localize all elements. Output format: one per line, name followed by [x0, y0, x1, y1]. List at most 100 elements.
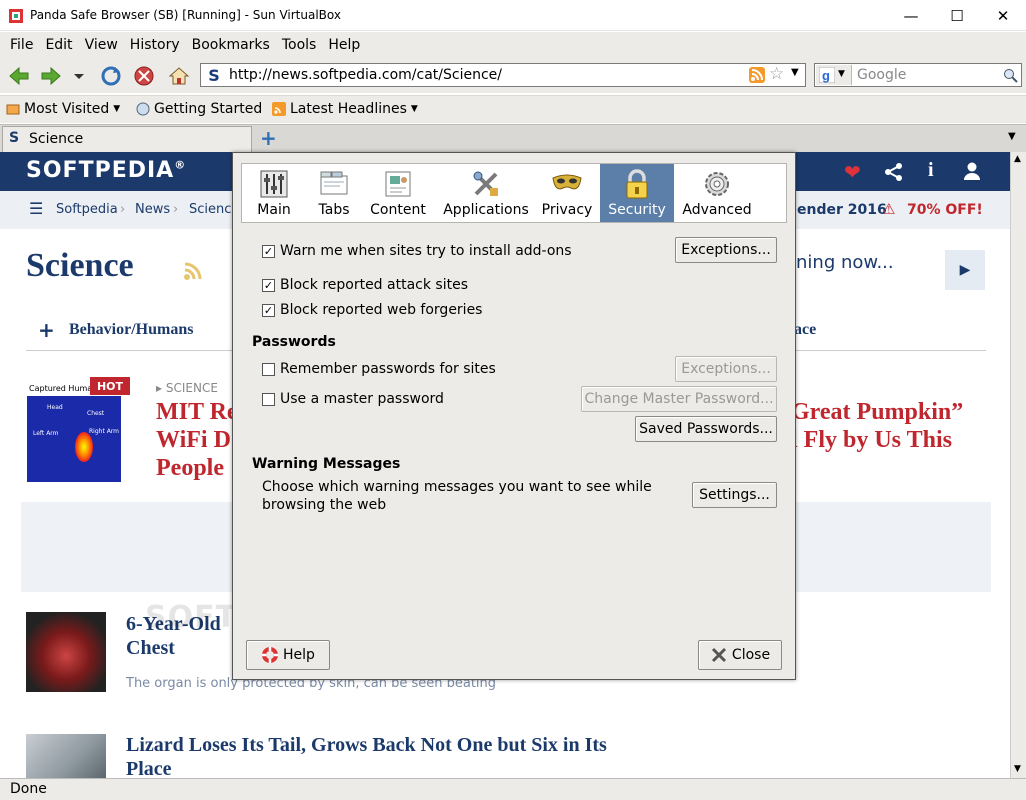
pane-security[interactable]: Security	[600, 164, 674, 222]
pane-privacy[interactable]: Privacy	[538, 164, 596, 222]
article-thumbnail-1[interactable]: Captured Human Head Chest Left Arm Right…	[27, 382, 121, 482]
menu-file[interactable]: File	[4, 37, 39, 53]
magnifier-icon[interactable]	[1003, 68, 1018, 83]
padlock-icon	[626, 169, 648, 199]
tab-science[interactable]: S Science	[2, 126, 252, 153]
close-x-icon	[711, 647, 726, 663]
options-pane-toolbar: Main Tabs Content Applications Privacy S…	[241, 163, 787, 223]
master-password-checkbox[interactable]: Use a master password	[262, 391, 444, 407]
article-title-1[interactable]: MIT Re WiFi D People	[156, 398, 238, 482]
lifebuoy-icon	[262, 647, 279, 663]
help-button[interactable]: Help	[246, 640, 330, 670]
window-titlebar: Panda Safe Browser (SB) [Running] - Sun …	[0, 0, 1026, 31]
search-engine-selector[interactable]: g ▼	[816, 65, 852, 85]
maximize-button[interactable]: ☐	[934, 0, 980, 31]
bookmark-star-icon[interactable]: ☆	[769, 64, 784, 84]
breadcrumb-softpedia[interactable]: Softpedia	[56, 202, 118, 217]
bookmark-latest-headlines[interactable]: Latest Headlines ▼	[272, 101, 418, 117]
pane-main[interactable]: Main	[248, 164, 300, 222]
block-forgery-checkbox[interactable]: ✓ Block reported web forgeries	[262, 302, 482, 318]
site-favicon-icon: S	[203, 65, 225, 85]
teaser-text[interactable]: ning now...	[796, 252, 894, 273]
page-scrollbar[interactable]: ▲ ▼	[1010, 152, 1026, 780]
promo-text[interactable]: ender 2016	[797, 202, 887, 218]
warning-icon: ⚠	[882, 200, 896, 218]
reload-icon[interactable]	[100, 65, 122, 87]
pane-content[interactable]: Content	[366, 164, 430, 222]
remember-passwords-checkbox[interactable]: Remember passwords for sites	[262, 361, 496, 377]
content-icon	[385, 171, 411, 197]
menu-history[interactable]: History	[124, 37, 186, 53]
article-title-4[interactable]: Lizard Loses Its Tail, Grows Back Not On…	[126, 733, 686, 780]
category-behavior-humans[interactable]: Behavior/Humans	[69, 321, 193, 339]
password-exceptions-button[interactable]: Exceptions...	[675, 356, 777, 382]
scroll-down-icon[interactable]: ▼	[1014, 764, 1021, 774]
info-icon[interactable]: i	[928, 159, 934, 182]
applications-icon	[473, 171, 498, 196]
hot-badge: HOT	[90, 377, 130, 395]
bookmarks-toolbar: Most Visited ▼ Getting Started Latest Hea…	[0, 95, 1026, 123]
next-arrow-button[interactable]: ▶	[945, 250, 985, 290]
mask-icon	[552, 174, 582, 190]
saved-passwords-button[interactable]: Saved Passwords...	[635, 416, 777, 442]
user-icon[interactable]	[962, 161, 982, 181]
stop-icon[interactable]	[133, 65, 155, 87]
scroll-up-icon[interactable]: ▲	[1014, 154, 1021, 164]
softpedia-logo[interactable]: SOFTPEDIA®	[26, 158, 186, 183]
close-window-button[interactable]: ✕	[980, 0, 1026, 31]
warning-messages-text: Choose which warning messages you want t…	[262, 479, 652, 513]
forward-icon[interactable]	[40, 65, 62, 87]
category-space[interactable]: ace	[794, 321, 816, 339]
svg-text:g: g	[822, 68, 830, 83]
menu-tools[interactable]: Tools	[276, 37, 323, 53]
tab-list-icon[interactable]: ▼	[1008, 131, 1016, 142]
article-thumbnail-heart[interactable]	[26, 612, 106, 692]
window-title: Panda Safe Browser (SB) [Running] - Sun …	[30, 8, 341, 22]
menu-bar: File Edit View History Bookmarks Tools H…	[0, 32, 1026, 57]
gear-icon	[705, 172, 729, 196]
url-bar[interactable]: S http://news.softpedia.com/cat/Science/…	[200, 63, 806, 87]
history-dropdown-icon[interactable]	[72, 65, 86, 87]
folder-icon	[6, 104, 20, 115]
new-tab-button[interactable]: +	[260, 126, 277, 150]
pane-tabs[interactable]: Tabs	[310, 164, 358, 222]
tabs-icon	[320, 171, 348, 195]
menu-edit[interactable]: Edit	[39, 37, 78, 53]
warning-settings-button[interactable]: Settings...	[692, 482, 777, 508]
bookmark-getting-started[interactable]: Getting Started	[136, 101, 262, 117]
menu-help[interactable]: Help	[322, 37, 366, 53]
warning-messages-header: Warning Messages	[252, 456, 401, 472]
rss-icon[interactable]	[749, 67, 765, 83]
url-dropdown-icon[interactable]: ▼	[791, 67, 799, 78]
category-tag: ▸ SCIENCE	[156, 381, 218, 395]
search-input[interactable]: Google	[857, 67, 906, 83]
google-icon: g	[819, 67, 835, 83]
bookmark-most-visited[interactable]: Most Visited ▼	[6, 101, 120, 117]
menu-bookmarks[interactable]: Bookmarks	[186, 37, 276, 53]
block-attack-checkbox[interactable]: ✓ Block reported attack sites	[262, 277, 468, 293]
article-thumbnail-lizard[interactable]	[26, 734, 106, 780]
home-icon[interactable]	[168, 65, 190, 87]
minimize-button[interactable]: —	[888, 0, 934, 31]
promo-discount[interactable]: 70% OFF!	[907, 202, 983, 218]
article-title-2[interactable]: Great Pumpkin” l Fly by Us This	[791, 398, 963, 454]
heart-icon[interactable]: ❤	[844, 160, 861, 184]
change-master-password-button[interactable]: Change Master Password...	[581, 386, 777, 412]
addons-exceptions-button[interactable]: Exceptions...	[675, 237, 777, 263]
pane-applications[interactable]: Applications	[440, 164, 532, 222]
pane-advanced[interactable]: Advanced	[678, 164, 756, 222]
share-icon[interactable]	[884, 162, 904, 182]
hamburger-icon[interactable]: ☰	[29, 199, 43, 218]
back-icon[interactable]	[8, 65, 30, 87]
warn-addons-checkbox[interactable]: ✓ Warn me when sites try to install add-o…	[262, 243, 572, 259]
page-icon	[136, 102, 150, 116]
search-bar[interactable]: g ▼ Google	[814, 63, 1022, 87]
plus-icon[interactable]: +	[38, 318, 55, 342]
sliders-icon	[260, 170, 288, 198]
menu-view[interactable]: View	[79, 37, 124, 53]
page-heading: Science	[26, 247, 134, 284]
breadcrumb-news[interactable]: News	[135, 202, 170, 217]
rss-feed-icon[interactable]	[182, 260, 204, 282]
passwords-header: Passwords	[252, 334, 336, 350]
close-button[interactable]: Close	[698, 640, 782, 670]
